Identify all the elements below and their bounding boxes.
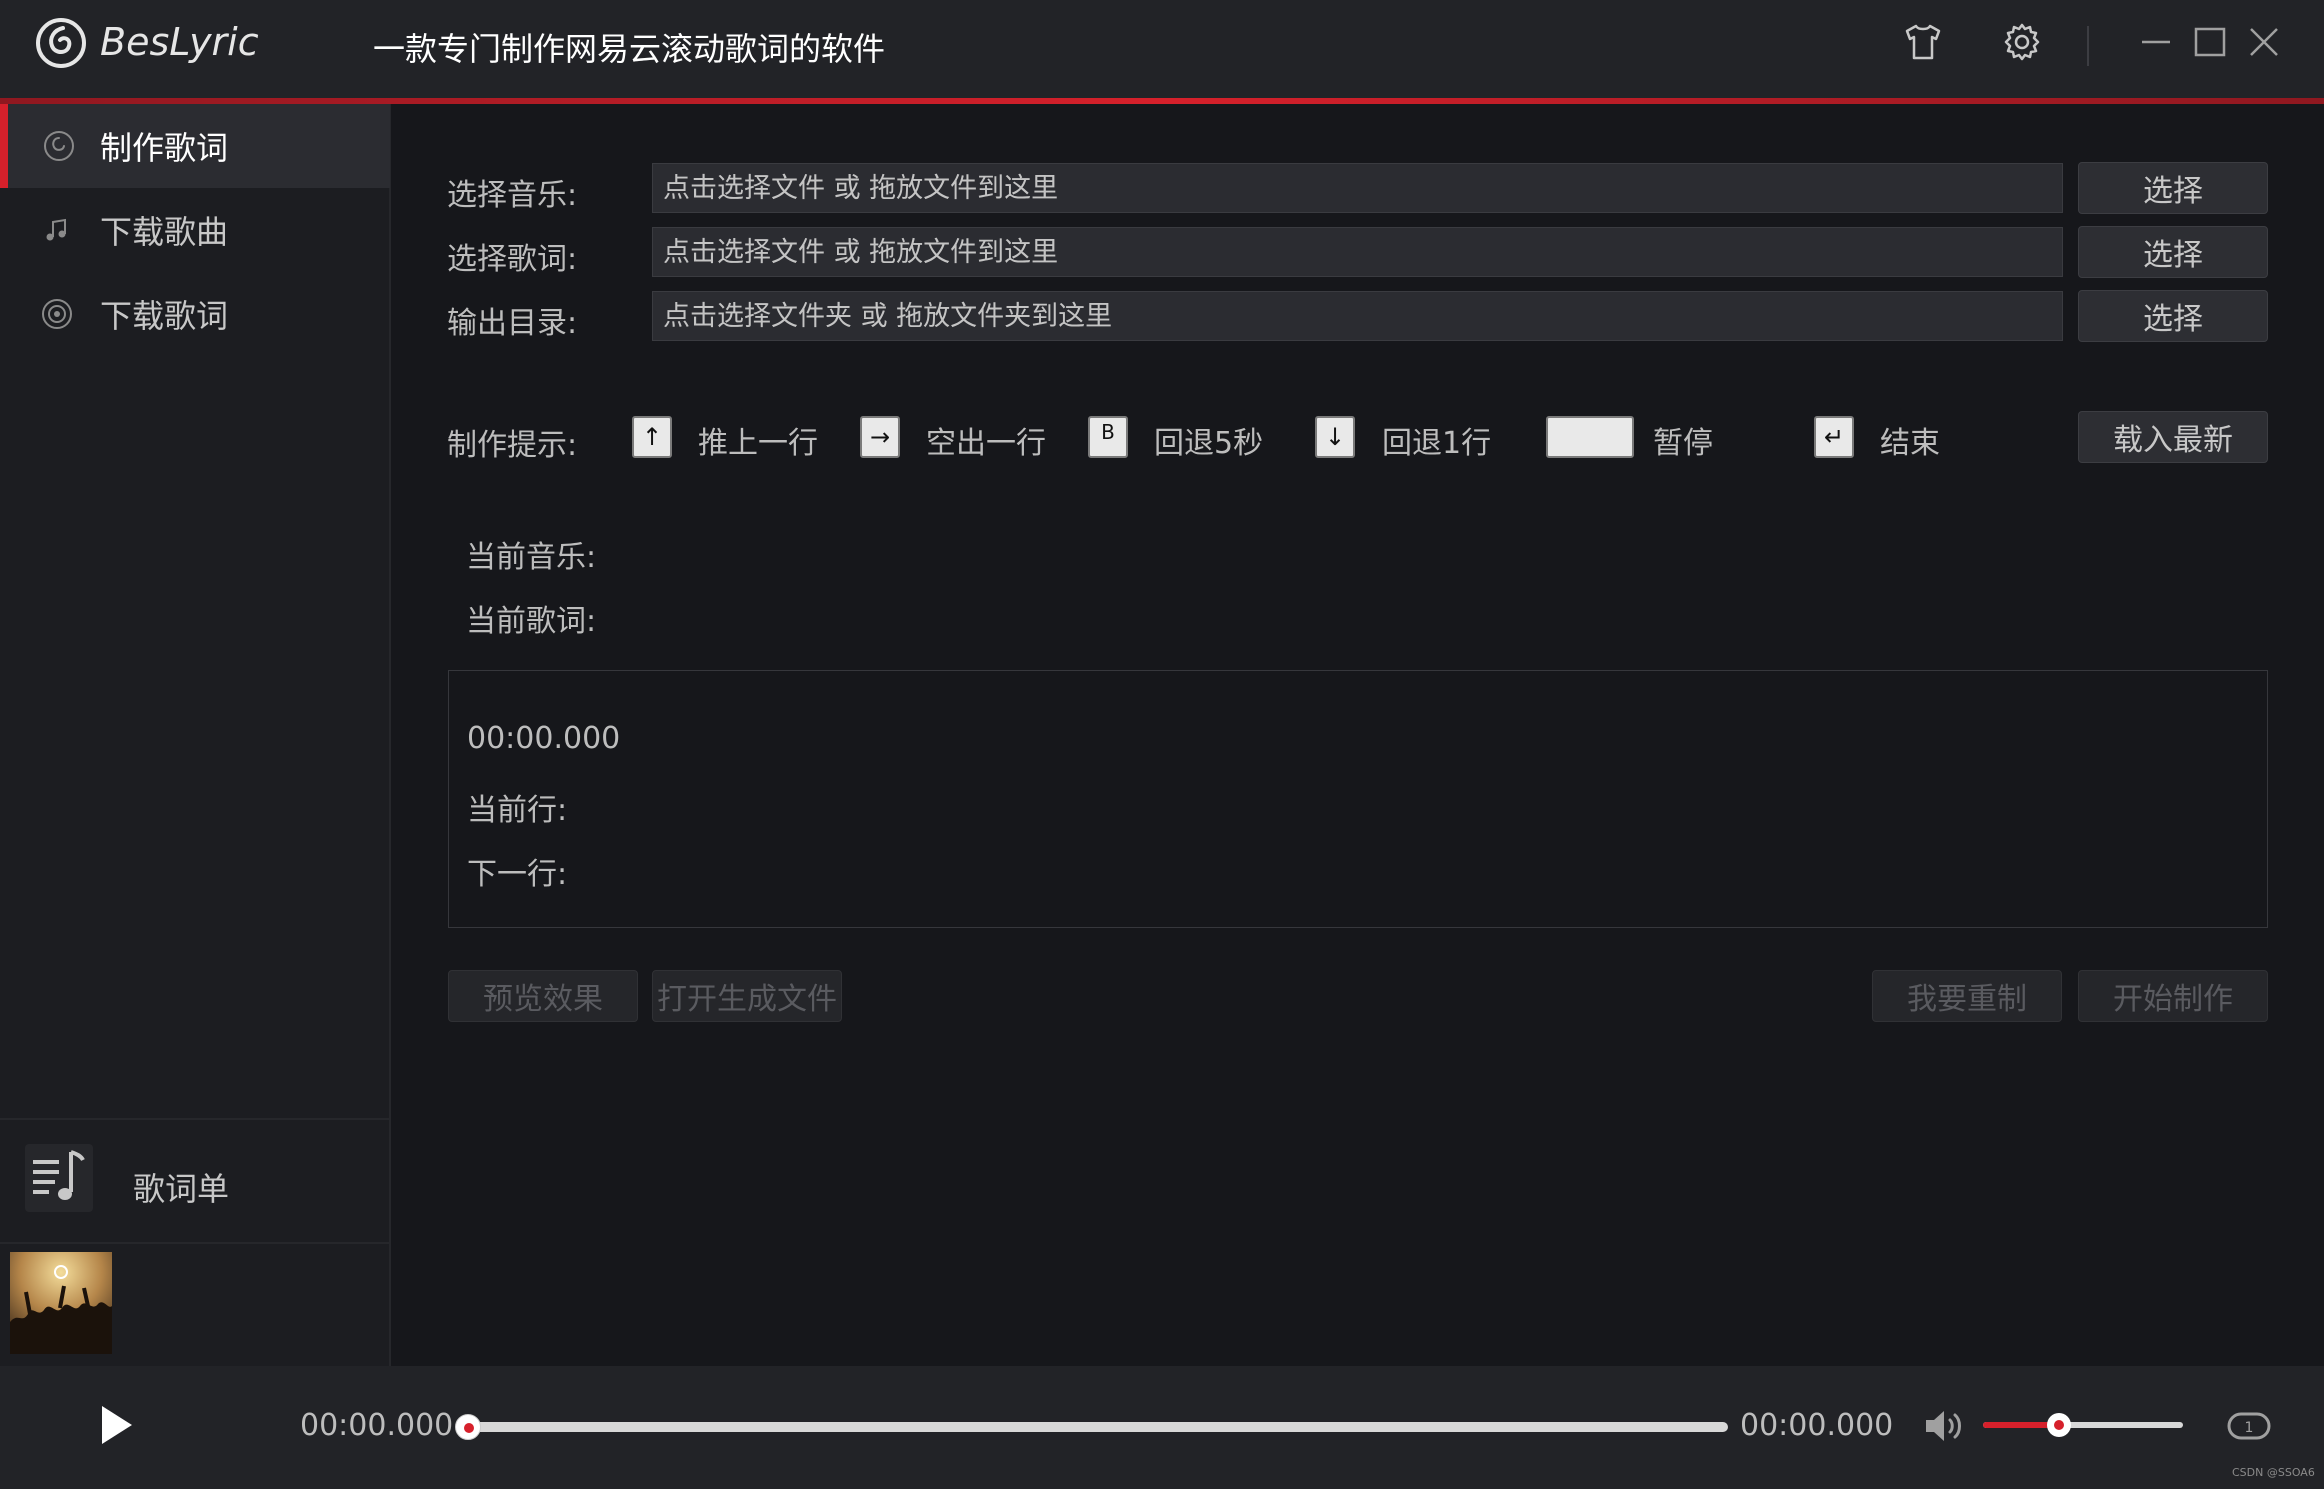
maximize-icon[interactable] — [2188, 20, 2232, 64]
key-enter-icon: ↵ — [1814, 416, 1854, 458]
sidebar-item-download-lyric[interactable]: 下载歌词 — [0, 272, 390, 356]
make-lyric-icon — [44, 131, 74, 161]
lyric-list-label: 歌词单 — [133, 1170, 230, 1208]
current-lyric-label: 当前歌词: — [466, 604, 597, 639]
key-space-icon — [1546, 416, 1634, 458]
lyric-list-entry[interactable]: 歌词单 — [0, 1118, 390, 1244]
choose-music-button[interactable]: 选择 — [2078, 162, 2268, 214]
volume-slider[interactable] — [1983, 1413, 2183, 1437]
sidebar-item-label: 制作歌词 — [100, 129, 229, 167]
current-music-label: 当前音乐: — [466, 540, 597, 575]
hints-label: 制作提示: — [447, 428, 578, 463]
select-music-label: 选择音乐: — [447, 178, 578, 213]
lyric-list-icon-box — [25, 1144, 93, 1212]
player-bar: 00:00.000 00:00.000 1 — [0, 1366, 2324, 1489]
key-up-icon: ↑ — [632, 416, 672, 458]
load-latest-button[interactable]: 载入最新 — [2078, 411, 2268, 463]
next-line-label: 下一行: — [467, 857, 568, 892]
download-lyric-icon — [42, 299, 72, 329]
lyric-progress-panel: 00:00.000 当前行: 下一行: — [448, 670, 2268, 928]
close-icon[interactable] — [2242, 20, 2286, 64]
current-line-label: 当前行: — [467, 793, 568, 828]
choose-output-button[interactable]: 选择 — [2078, 290, 2268, 342]
volume-icon[interactable] — [1922, 1404, 1968, 1448]
app-subtitle: 一款专门制作网易云滚动歌词的软件 — [373, 30, 886, 68]
watermark: CSDN @SSOA6 — [2232, 1466, 2315, 1479]
hint-enter-text: 结束 — [1880, 426, 1940, 461]
hint-b-text: 回退5秒 — [1154, 426, 1264, 461]
netease-music-logo-icon — [36, 18, 86, 68]
progress-bar[interactable] — [455, 1414, 1728, 1440]
skin-tshirt-icon[interactable] — [1901, 20, 1945, 64]
total-time: 00:00.000 — [1740, 1408, 1894, 1443]
sidebar-item-make-lyric[interactable]: 制作歌词 — [0, 104, 390, 188]
loop-one-icon[interactable]: 1 — [2226, 1410, 2272, 1442]
start-button[interactable]: 开始制作 — [2078, 970, 2268, 1022]
sidebar-item-label: 下载歌词 — [100, 297, 229, 335]
lyric-list-icon — [33, 1150, 85, 1200]
hint-up-text: 推上一行 — [698, 426, 818, 461]
sidebar-item-label: 下载歌曲 — [100, 213, 229, 251]
album-cover[interactable] — [10, 1252, 112, 1354]
play-icon[interactable] — [96, 1402, 136, 1448]
progress-handle[interactable] — [455, 1414, 481, 1440]
key-right-icon: → — [860, 416, 900, 458]
key-down-icon: ↓ — [1315, 416, 1355, 458]
album-cover-image — [10, 1252, 112, 1354]
sidebar: 制作歌词 下载歌曲 下载歌词 歌词单 — [0, 104, 391, 1366]
sidebar-item-download-song[interactable]: 下载歌曲 — [0, 188, 390, 272]
open-output-file-button[interactable]: 打开生成文件 — [652, 970, 842, 1022]
select-lyric-label: 选择歌词: — [447, 242, 578, 277]
preview-button[interactable]: 预览效果 — [448, 970, 638, 1022]
music-note-icon — [46, 218, 66, 241]
lyric-file-input[interactable] — [652, 227, 2063, 277]
settings-gear-icon[interactable] — [2000, 20, 2044, 64]
redo-button[interactable]: 我要重制 — [1872, 970, 2062, 1022]
choose-lyric-button[interactable]: 选择 — [2078, 226, 2268, 278]
minimize-icon[interactable] — [2134, 20, 2178, 64]
output-dir-input[interactable] — [652, 291, 2063, 341]
app-name: BesLyric — [100, 20, 259, 64]
hint-right-text: 空出一行 — [926, 426, 1046, 461]
hint-space-text: 暂停 — [1653, 426, 1713, 461]
key-b-icon: B — [1088, 416, 1128, 458]
hint-down-text: 回退1行 — [1382, 426, 1492, 461]
music-file-input[interactable] — [652, 163, 2063, 213]
loop-badge: 1 — [2245, 1420, 2254, 1436]
output-dir-label: 输出目录: — [447, 306, 578, 341]
volume-handle[interactable] — [2047, 1413, 2071, 1437]
titlebar-separator — [2087, 26, 2089, 66]
current-time: 00:00.000 — [300, 1408, 454, 1443]
title-bar: BesLyric 一款专门制作网易云滚动歌词的软件 — [0, 0, 2324, 100]
panel-time: 00:00.000 — [467, 721, 621, 756]
